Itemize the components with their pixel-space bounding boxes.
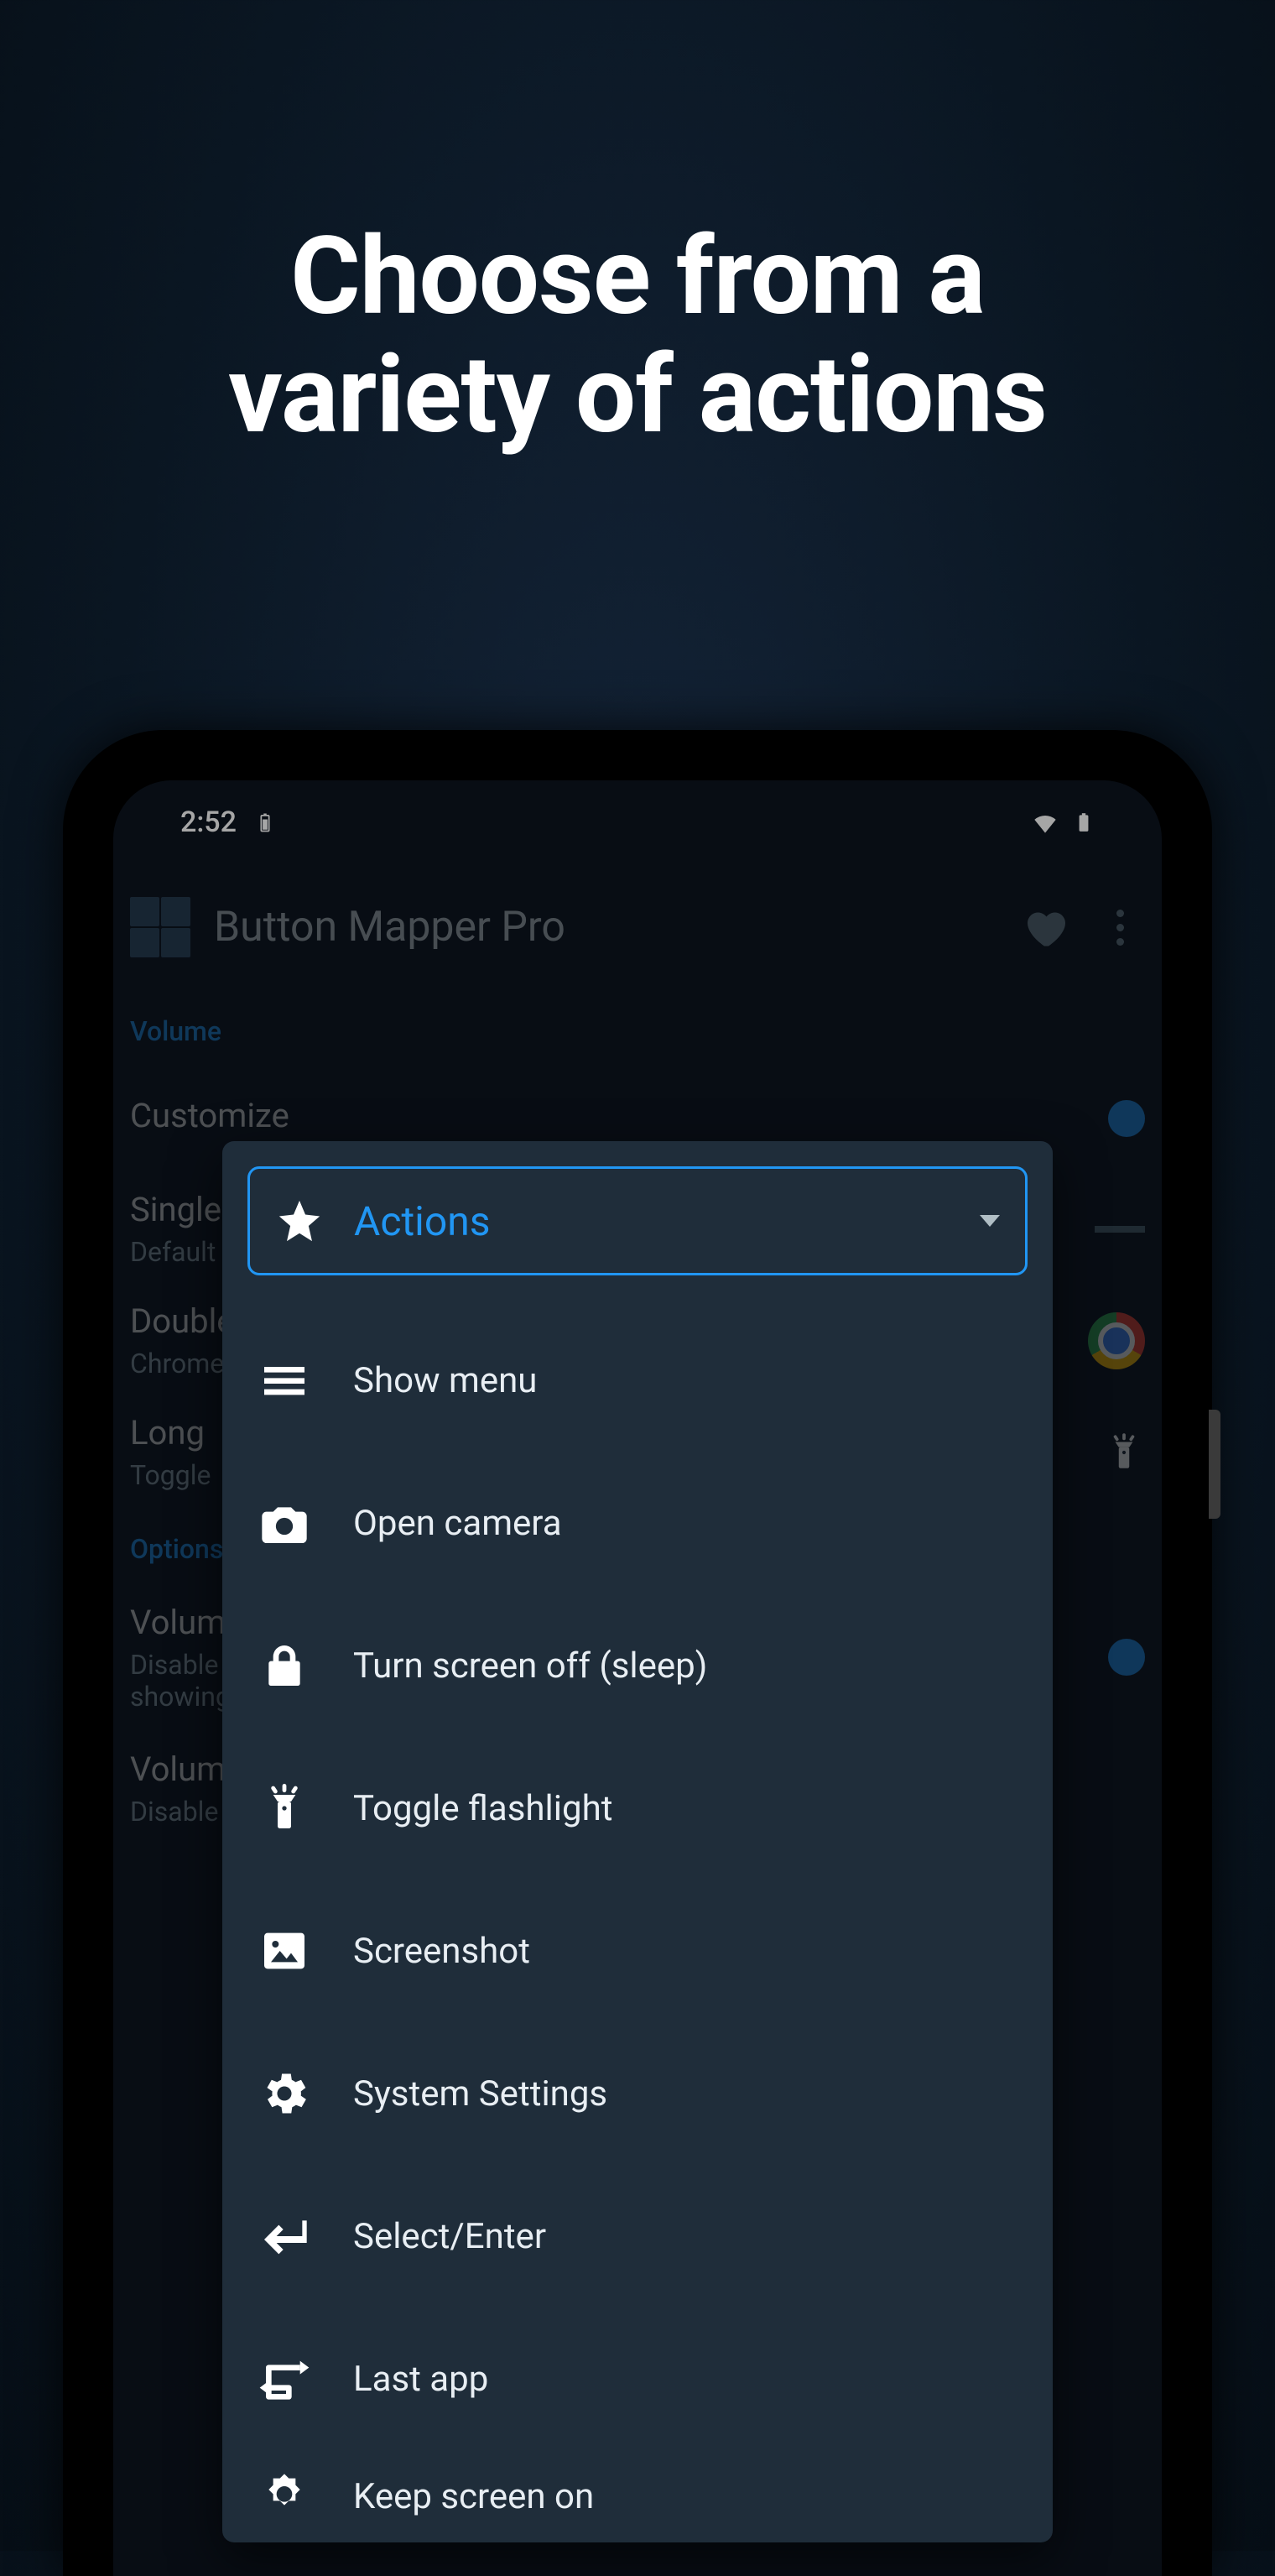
actions-dropdown: Actions Show menu Open camera Turn scree… (222, 1141, 1053, 2542)
app-title: Button Mapper Pro (214, 903, 994, 952)
action-show-menu[interactable]: Show menu (258, 1309, 1017, 1452)
settings-icon (258, 2067, 311, 2120)
flashlight-bg-icon (1103, 1431, 1145, 1473)
flashlight-icon (258, 1781, 311, 1835)
toggle-on-icon[interactable] (1108, 1100, 1145, 1137)
action-system-settings[interactable]: System Settings (258, 2022, 1017, 2165)
action-open-camera[interactable]: Open camera (258, 1452, 1017, 1594)
actions-dropdown-selector[interactable]: Actions (247, 1166, 1028, 1275)
headline-line-1: Choose from a (290, 214, 985, 340)
action-label: Turn screen off (sleep) (353, 1645, 707, 1687)
more-menu-icon[interactable] (1095, 902, 1145, 952)
action-label: Open camera (353, 1503, 562, 1544)
section-header-volume: Volume (130, 1015, 1145, 1047)
action-label: System Settings (353, 2073, 607, 2115)
action-label: Toggle flashlight (353, 1788, 612, 1829)
action-turn-screen-off[interactable]: Turn screen off (sleep) (258, 1594, 1017, 1737)
status-bar: 2:52 (113, 780, 1162, 864)
wifi-icon (1029, 806, 1061, 838)
camera-icon (258, 1496, 311, 1550)
promo-headline: Choose from a variety of actions (0, 218, 1275, 455)
action-select-enter[interactable]: Select/Enter (258, 2165, 1017, 2307)
dash-icon (1095, 1226, 1145, 1233)
app-icon (130, 897, 190, 957)
action-screenshot[interactable]: Screenshot (258, 1880, 1017, 2022)
chrome-app-icon (1088, 1312, 1145, 1369)
image-icon (258, 1924, 311, 1978)
favorite-icon[interactable] (1019, 902, 1069, 952)
device-power-button (1209, 1410, 1220, 1519)
action-label: Last app (353, 2359, 488, 2400)
app-bar: Button Mapper Pro (113, 864, 1162, 990)
headline-line-2: variety of actions (228, 332, 1047, 458)
action-label: Keep screen on (353, 2476, 594, 2517)
action-list: Show menu Open camera Turn screen off (s… (222, 1309, 1053, 2542)
action-keep-screen-on[interactable]: Keep screen on (258, 2450, 1017, 2542)
screen: 2:52 Button Mapper Pro Volume (113, 780, 1162, 2576)
menu-icon (258, 1353, 311, 1407)
action-toggle-flashlight[interactable]: Toggle flashlight (258, 1737, 1017, 1880)
enter-icon (258, 2209, 311, 2263)
action-label: Select/Enter (353, 2216, 546, 2257)
status-time: 2:52 (180, 806, 237, 839)
toggle-on-icon[interactable] (1108, 1639, 1145, 1676)
battery-small-icon (253, 811, 277, 834)
brightness-icon (258, 2469, 311, 2523)
battery-icon (1073, 811, 1095, 833)
action-label: Show menu (353, 1360, 537, 1401)
actions-dropdown-label: Actions (354, 1197, 980, 1245)
lock-icon (258, 1639, 311, 1692)
star-icon (275, 1197, 324, 1245)
device-frame: 2:52 Button Mapper Pro Volume (63, 730, 1212, 2576)
action-last-app[interactable]: Last app (258, 2307, 1017, 2450)
chevron-down-icon (980, 1215, 1000, 1227)
last-app-icon (258, 2352, 311, 2406)
action-label: Screenshot (353, 1931, 530, 1972)
